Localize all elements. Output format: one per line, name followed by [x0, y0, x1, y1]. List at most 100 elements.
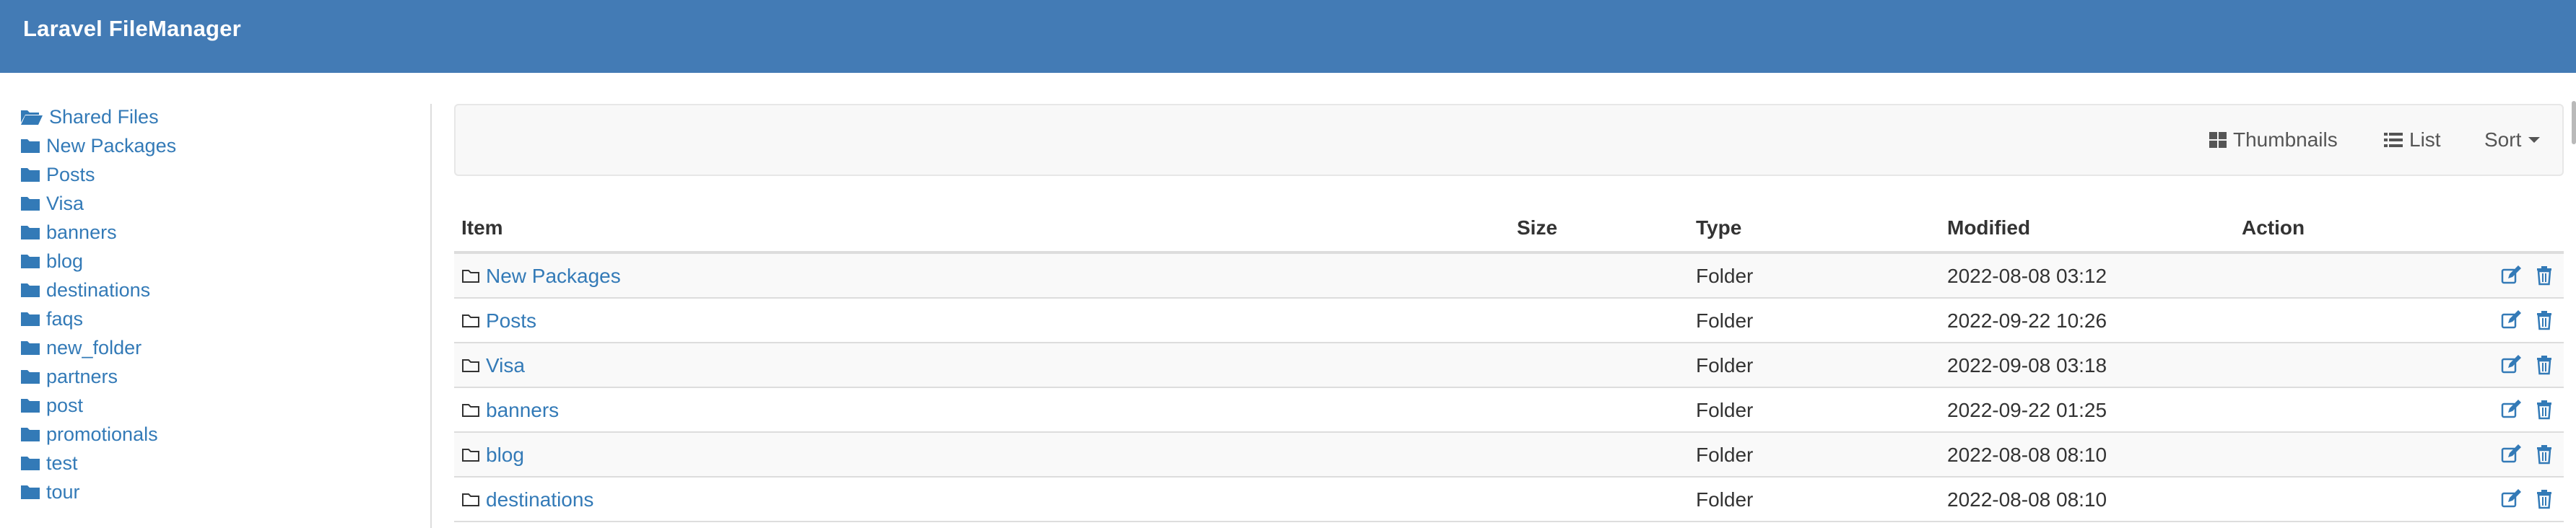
tree-item-destinations[interactable]: destinations — [20, 276, 425, 304]
item-modified: 2022-08-08 03:12 — [1947, 265, 2107, 287]
item-actions — [2501, 400, 2554, 420]
tree-item-label: banners — [46, 221, 117, 243]
tree-item-label: Posts — [46, 163, 95, 185]
tree-item-tour[interactable]: tour — [20, 478, 425, 506]
tree-item-posts[interactable]: Posts — [20, 160, 425, 189]
tree-item-visa[interactable]: Visa — [20, 189, 425, 218]
file-table: Item Size Type Modified Action New Packa… — [454, 206, 2564, 522]
item-link[interactable]: destinations — [461, 488, 593, 511]
header-type[interactable]: Type — [1696, 216, 1741, 239]
sort-label: Sort — [2484, 128, 2522, 151]
table-row: destinations Folder 2022-08-08 08:10 — [454, 478, 2564, 522]
tree-item-promotionals[interactable]: promotionals — [20, 420, 425, 449]
folder-outline-icon — [462, 314, 479, 327]
list-view-button[interactable]: List — [2383, 105, 2441, 175]
item-link[interactable]: banners — [461, 399, 559, 422]
view-toolbar: Thumbnails List Sort — [454, 104, 2564, 176]
folder-icon — [21, 485, 40, 499]
item-name: New Packages — [486, 265, 621, 287]
trash-icon[interactable] — [2534, 310, 2554, 330]
item-type: Folder — [1696, 399, 1754, 421]
tree-item-label: blog — [46, 250, 84, 272]
folder-outline-icon — [462, 359, 479, 372]
folder-icon — [21, 428, 40, 441]
item-modified: 2022-09-22 01:25 — [1947, 399, 2107, 421]
item-actions — [2501, 444, 2554, 465]
folder-open-icon — [21, 110, 43, 125]
item-actions — [2501, 265, 2554, 286]
trash-icon[interactable] — [2534, 489, 2554, 509]
item-link[interactable]: Posts — [461, 309, 536, 333]
item-type: Folder — [1696, 354, 1754, 377]
item-name: Posts — [486, 309, 537, 332]
thumbnails-view-button[interactable]: Thumbnails — [2209, 105, 2338, 175]
tree-item-post[interactable]: post — [20, 391, 425, 420]
tree-item-shared-files[interactable]: Shared Files — [20, 102, 425, 131]
table-row: New Packages Folder 2022-08-08 03:12 — [454, 254, 2564, 299]
folder-tree: Shared Files New Packages Posts Visa ban… — [20, 102, 425, 506]
item-link[interactable]: Visa — [461, 354, 525, 377]
edit-icon[interactable] — [2501, 355, 2521, 375]
tree-item-partners[interactable]: partners — [20, 362, 425, 391]
folder-icon — [21, 226, 40, 239]
folder-outline-icon — [462, 449, 479, 462]
header-size[interactable]: Size — [1517, 216, 1557, 239]
folder-icon — [21, 168, 40, 182]
table-body: New Packages Folder 2022-08-08 03:12 Pos… — [454, 254, 2564, 522]
item-actions — [2501, 310, 2554, 330]
item-type: Folder — [1696, 488, 1754, 511]
folder-icon — [21, 283, 40, 297]
grid-icon — [2209, 132, 2227, 148]
tree-item-label: new_folder — [46, 336, 142, 358]
edit-icon[interactable] — [2501, 265, 2521, 286]
folder-icon — [21, 197, 40, 211]
table-row: blog Folder 2022-08-08 08:10 — [454, 433, 2564, 478]
app-title[interactable]: Laravel FileManager — [23, 16, 241, 42]
window-scrollbar[interactable] — [2572, 101, 2576, 144]
item-name: destinations — [486, 488, 594, 511]
tree-item-faqs[interactable]: faqs — [20, 304, 425, 333]
folder-icon — [21, 341, 40, 355]
tree-item-label: promotionals — [46, 423, 158, 445]
table-row: banners Folder 2022-09-22 01:25 — [454, 388, 2564, 433]
folder-outline-icon — [462, 493, 479, 506]
folder-icon — [21, 370, 40, 384]
sort-dropdown[interactable]: Sort — [2484, 105, 2541, 175]
trash-icon[interactable] — [2534, 355, 2554, 375]
tree-item-label: Visa — [46, 192, 84, 214]
trash-icon[interactable] — [2534, 265, 2554, 286]
item-actions — [2501, 489, 2554, 509]
folder-icon — [21, 457, 40, 470]
edit-icon[interactable] — [2501, 489, 2521, 509]
item-name: blog — [486, 444, 524, 466]
edit-icon[interactable] — [2501, 444, 2521, 465]
tree-item-label: partners — [46, 365, 118, 387]
item-link[interactable]: New Packages — [461, 265, 621, 288]
tree-item-new-folder[interactable]: new_folder — [20, 333, 425, 362]
table-header: Item Size Type Modified Action — [454, 206, 2564, 254]
edit-icon[interactable] — [2501, 400, 2521, 420]
trash-icon[interactable] — [2534, 444, 2554, 465]
item-name: Visa — [486, 354, 525, 377]
tree-item-new-packages[interactable]: New Packages — [20, 131, 425, 160]
header-item[interactable]: Item — [461, 216, 503, 239]
edit-icon[interactable] — [2501, 310, 2521, 330]
tree-item-test[interactable]: test — [20, 449, 425, 478]
folder-icon — [21, 399, 40, 413]
table-row: Posts Folder 2022-09-22 10:26 — [454, 299, 2564, 343]
item-actions — [2501, 355, 2554, 375]
folder-icon — [21, 255, 40, 268]
item-type: Folder — [1696, 309, 1754, 332]
sidebar-divider — [430, 104, 432, 528]
list-icon — [2384, 133, 2403, 147]
folder-outline-icon — [462, 270, 479, 283]
trash-icon[interactable] — [2534, 400, 2554, 420]
header-modified[interactable]: Modified — [1947, 216, 2030, 239]
list-label: List — [2409, 128, 2441, 151]
item-name: banners — [486, 399, 560, 421]
tree-item-blog[interactable]: blog — [20, 247, 425, 276]
item-link[interactable]: blog — [461, 444, 524, 467]
item-modified: 2022-08-08 08:10 — [1947, 488, 2107, 511]
folder-outline-icon — [462, 404, 479, 417]
tree-item-banners[interactable]: banners — [20, 218, 425, 247]
